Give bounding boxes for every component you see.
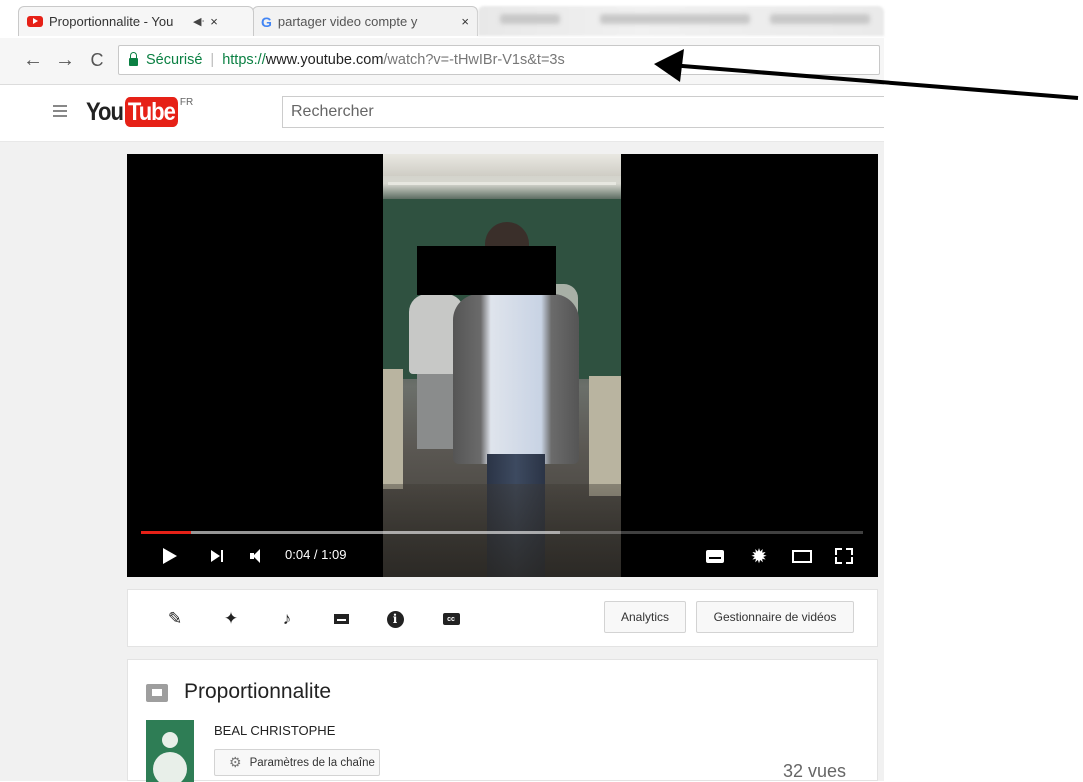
fullscreen-icon [835, 548, 853, 564]
annotations-icon[interactable] [328, 606, 354, 632]
search-placeholder: Rechercher [291, 103, 374, 120]
theater-icon [792, 549, 812, 563]
tab-close-icon[interactable]: × [210, 14, 218, 29]
fullscreen-button[interactable] [831, 541, 857, 571]
subtitles-button[interactable] [703, 541, 727, 571]
magic-wand-icon[interactable]: ✦ [218, 606, 244, 632]
tab-partager-video[interactable]: G partager video compte y × [252, 6, 478, 36]
blurred-tab-text [600, 14, 750, 24]
tab-title: Proportionnalite - You [49, 14, 174, 29]
light-strip [388, 182, 616, 185]
video-manager-button[interactable]: Gestionnaire de vidéos [696, 601, 854, 633]
youtube-favicon-icon [27, 16, 43, 27]
blurred-tab-text [500, 14, 560, 24]
video-title: Proportionnalite [184, 680, 332, 703]
url-host: www.youtube.com [265, 52, 384, 68]
avatar[interactable] [146, 720, 194, 782]
progress-buffered [141, 531, 560, 534]
privacy-lock-icon [146, 684, 168, 702]
video-player[interactable]: 0:04 / 1:09 ✹ [127, 154, 878, 577]
redaction-box [417, 246, 556, 295]
browser-tab-strip: Proportionnalite - You ◀ᐧ × G partager v… [0, 0, 884, 38]
play-icon [163, 548, 177, 564]
volume-icon [250, 549, 260, 563]
progress-bar[interactable] [141, 531, 863, 534]
lock-icon [129, 52, 138, 66]
tab-proportionnalite[interactable]: Proportionnalite - You ◀ᐧ × [18, 6, 254, 36]
channel-name[interactable]: BEAL CHRISTOPHE [214, 723, 335, 738]
gear-icon: ⚙ [229, 754, 242, 770]
hamburger-icon[interactable] [53, 105, 67, 117]
annotation-arrow [654, 49, 1079, 100]
desk-right [589, 376, 621, 496]
time-display: 0:04 / 1:09 [285, 547, 347, 562]
play-button[interactable] [157, 541, 183, 571]
progress-played [141, 531, 191, 534]
classmate-left-legs [417, 374, 455, 449]
youtube-logo[interactable]: You Tube FR [86, 97, 193, 127]
secure-label: Sécurisé [146, 52, 203, 68]
edit-toolbar: ✎ ✦ ♪ i cc Analytics Gestionnaire de vid… [127, 589, 878, 647]
next-button[interactable] [205, 541, 229, 571]
back-button[interactable]: ← [20, 46, 46, 74]
reload-button[interactable]: C [84, 46, 110, 74]
ceiling [383, 154, 621, 176]
channel-settings-button[interactable]: ⚙ Paramètres de la chaîne [214, 749, 380, 776]
audio-playing-icon: ◀ᐧ [193, 16, 205, 28]
video-frame [383, 154, 621, 577]
forward-button[interactable]: → [52, 46, 78, 74]
address-separator: | [210, 52, 215, 68]
gear-icon: ✹ [750, 545, 768, 568]
logo-you: You [86, 97, 124, 126]
view-count: 32 vues [783, 761, 847, 781]
subtitles-icon [706, 549, 724, 563]
google-favicon-icon: G [261, 13, 272, 30]
student-body [453, 294, 579, 464]
logo-tube: Tube [124, 97, 178, 127]
theater-mode-button[interactable] [789, 541, 815, 571]
music-note-icon[interactable]: ♪ [274, 606, 300, 632]
analytics-button[interactable]: Analytics [604, 601, 686, 633]
channel-settings-label: Paramètres de la chaîne [249, 756, 375, 769]
pencil-icon[interactable]: ✎ [162, 606, 188, 632]
blurred-tab-text [770, 14, 870, 24]
video-info-card: Proportionnalite BEAL CHRISTOPHE ⚙ Param… [127, 659, 878, 782]
volume-button[interactable] [243, 541, 267, 571]
tab-close-icon[interactable]: × [461, 14, 469, 29]
info-icon[interactable]: i [382, 606, 408, 632]
cc-icon[interactable]: cc [438, 606, 464, 632]
next-icon [211, 550, 223, 562]
url-scheme: https:// [222, 52, 266, 68]
logo-region: FR [179, 97, 194, 108]
url-path: /watch?v=-tHwIBr-V1s&t=3s [383, 52, 565, 68]
tab-title: partager video compte y [277, 14, 418, 29]
desk-left [383, 369, 403, 489]
settings-button[interactable]: ✹ [747, 541, 771, 571]
